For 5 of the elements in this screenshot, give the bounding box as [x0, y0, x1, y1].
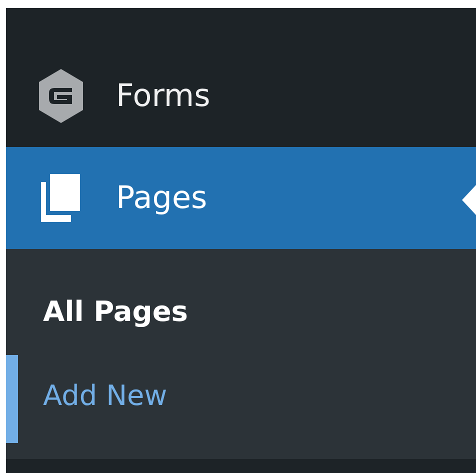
- menu-item[interactable]: Pages: [6, 147, 476, 249]
- submenu-link[interactable]: Add New: [43, 378, 168, 412]
- hexagon-icon: [37, 68, 85, 124]
- pointer-icon: [462, 185, 476, 215]
- submenu-link[interactable]: All Pages: [43, 294, 188, 328]
